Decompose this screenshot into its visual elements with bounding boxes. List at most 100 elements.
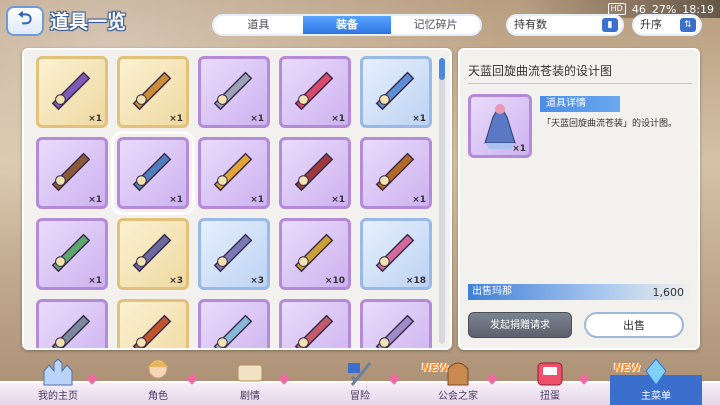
bow-equipment-icon	[126, 65, 178, 111]
bracelet-design-icon	[369, 146, 421, 192]
item-detail-panel: 天蓝回旋曲流苍装的设计图 ×1 道具详情 「天蓝回旋曲流苍装」的设计图。 出售玛…	[458, 48, 700, 350]
item-qty: ×18	[405, 276, 426, 286]
nav-adventure-label: 冒险	[350, 391, 370, 402]
item-qty: ×1	[88, 276, 102, 286]
lantern-design-icon	[207, 146, 259, 192]
item-slot-outfit-design[interactable]	[279, 299, 351, 348]
item-qty: ×1	[250, 114, 264, 124]
detail-item-qty: ×1	[512, 144, 526, 154]
item-slot-pendant-equipment[interactable]: ×18	[360, 218, 432, 290]
grid-scrollbar-thumb[interactable]	[439, 58, 445, 80]
item-slot-sword-equipment[interactable]: ×1	[198, 56, 270, 128]
detail-divider	[468, 83, 692, 84]
grid-scrollbar[interactable]	[439, 58, 445, 344]
category-tabs: 道具 装备 记忆碎片	[212, 14, 482, 36]
tab-equipment[interactable]: 装备	[302, 16, 392, 34]
item-qty: ×1	[412, 195, 426, 205]
sword-flag-icon	[348, 362, 372, 386]
dragon-design-icon	[288, 146, 340, 192]
nav-story[interactable]: 剧情	[210, 355, 290, 405]
item-slot-dragon-design[interactable]: ×1	[279, 137, 351, 209]
item-details-badge: 道具详情	[540, 96, 620, 112]
nav-guild-house-marker	[486, 373, 498, 385]
item-qty: ×1	[250, 195, 264, 205]
item-slot-bracelet-design[interactable]: ×1	[360, 137, 432, 209]
outfit-design-icon	[288, 308, 340, 348]
donation-request-button[interactable]: 发起捐赠请求	[468, 312, 572, 338]
item-slot-chain-equipment[interactable]: ×3	[117, 218, 189, 290]
item-slot-staff-design[interactable]: ×1	[36, 137, 108, 209]
sort-filter-dropdown[interactable]: 持有数 ▮	[506, 14, 624, 36]
nav-adventure[interactable]: 冒险	[320, 355, 400, 405]
tab-memory-shards[interactable]: 记忆碎片	[391, 16, 480, 34]
item-slot-spear-design[interactable]	[117, 299, 189, 348]
item-slot-wand-equipment[interactable]: ×10	[279, 218, 351, 290]
item-qty: ×1	[331, 195, 345, 205]
back-arrow-icon: ⮌	[17, 8, 33, 29]
sort-order-icon: ⇅	[680, 18, 696, 32]
item-qty: ×1	[331, 114, 345, 124]
pendant-equipment-icon	[369, 227, 421, 273]
sword-equipment-icon	[207, 65, 259, 111]
wand-equipment-icon	[288, 227, 340, 273]
nav-guild-house[interactable]: NEW 公会之家	[418, 355, 498, 405]
item-slot-dress-design[interactable]: ×1	[111, 131, 195, 215]
item-qty: ×1	[412, 114, 426, 124]
detail-title: 天蓝回旋曲流苍装的设计图	[468, 64, 613, 78]
nav-home[interactable]: 我的主页	[18, 355, 98, 405]
armor-design-icon	[45, 308, 97, 348]
item-slot-blue-blade-equipment[interactable]: ×1	[360, 56, 432, 128]
nav-characters-label: 角色	[148, 391, 168, 402]
item-slot-greatsword-equipment[interactable]: ×3	[198, 218, 270, 290]
tab-items[interactable]: 道具	[214, 16, 303, 34]
item-slot-shield-design[interactable]	[360, 299, 432, 348]
gacha-icon	[537, 362, 563, 386]
sort-order-button[interactable]: 升序 ⇅	[632, 14, 702, 36]
katana-equipment-icon	[288, 65, 340, 111]
item-slot-armor-design[interactable]	[36, 299, 108, 348]
nav-story-marker	[278, 373, 290, 385]
nav-gacha-label: 扭蛋	[540, 391, 560, 402]
item-slot-robe-design[interactable]	[198, 299, 270, 348]
item-qty: ×3	[250, 276, 264, 286]
item-qty: ×3	[169, 276, 183, 286]
back-button[interactable]: ⮌	[6, 6, 44, 36]
nav-characters-marker	[186, 373, 198, 385]
item-slot-bow-equipment[interactable]: ×1	[117, 56, 189, 128]
nav-home-label: 我的主页	[38, 391, 78, 402]
shield-design-icon	[369, 308, 421, 348]
item-qty: ×10	[324, 276, 345, 286]
item-qty: ×1	[169, 114, 183, 124]
item-slot-katana-equipment[interactable]: ×1	[279, 56, 351, 128]
claw-equipment-icon	[45, 65, 97, 111]
item-qty: ×1	[88, 114, 102, 124]
nav-main-menu[interactable]: NEW 主菜单	[610, 355, 702, 405]
item-grid: ×1 ×1 ×1 ×1 ×1 ×1 ×1 ×1 ×1 ×1 ×1 ×3 ×3 ×10 ×18	[36, 56, 432, 348]
sort-order-label: 升序	[640, 18, 662, 31]
bottom-navigation: 我的主页 角色 剧情 冒险 NEW 公会之家 扭蛋 NEW 主菜单	[0, 355, 720, 405]
castle-icon	[43, 358, 73, 386]
item-qty: ×1	[169, 195, 183, 205]
staff-design-icon	[45, 146, 97, 192]
nav-guild-house-label: 公会之家	[438, 391, 478, 402]
sell-button[interactable]: 出售	[584, 312, 684, 338]
blue-blade-equipment-icon	[369, 65, 421, 111]
sort-filter-icon: ▮	[602, 18, 618, 32]
nav-gacha[interactable]: 扭蛋	[510, 355, 590, 405]
item-slot-earring-equipment[interactable]: ×1	[36, 218, 108, 290]
robe-design-icon	[207, 308, 259, 348]
item-qty: ×1	[88, 195, 102, 205]
detail-item-icon: ×1	[468, 94, 532, 158]
spear-design-icon	[126, 308, 178, 348]
item-slot-lantern-design[interactable]: ×1	[198, 137, 270, 209]
nav-menu-new-tag: NEW	[614, 363, 641, 374]
item-slot-claw-equipment[interactable]: ×1	[36, 56, 108, 128]
chain-equipment-icon	[126, 227, 178, 273]
crystal-icon	[645, 358, 667, 386]
nav-characters[interactable]: 角色	[118, 355, 198, 405]
nav-main-menu-label: 主菜单	[641, 391, 671, 402]
nav-home-marker	[86, 373, 98, 385]
page-title: 道具一览	[50, 11, 127, 33]
door-icon	[447, 362, 469, 386]
sale-mana-value: 1,600	[652, 286, 685, 299]
